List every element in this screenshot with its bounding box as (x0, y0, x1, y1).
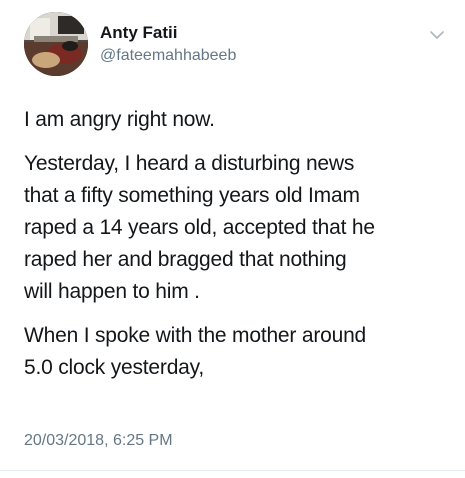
author-handle[interactable]: @fateemahhabeeb (100, 47, 236, 65)
profile-photo-icon (24, 12, 88, 76)
tweet-paragraph: Yesterday, I heard a disturbing news tha… (24, 152, 375, 303)
divider (0, 470, 465, 471)
chevron-down-icon[interactable] (429, 28, 445, 40)
tweet-paragraph: I am angry right now. (24, 108, 215, 131)
tweet-paragraph: When I spoke with the mother around 5.0 … (24, 324, 367, 379)
tweet-text: I am angry right now. Yesterday, I heard… (24, 104, 454, 396)
tweet-timestamp[interactable]: 20/03/2018, 6:25 PM (24, 432, 173, 450)
avatar[interactable] (24, 12, 88, 76)
tweet-card: Anty Fatii @fateemahhabeeb I am angry ri… (0, 0, 465, 478)
author-display-name[interactable]: Anty Fatii (100, 23, 177, 43)
